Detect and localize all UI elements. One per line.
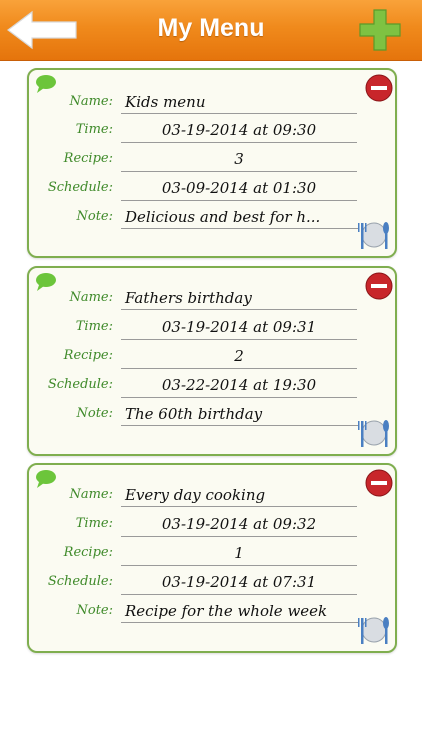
menu-name: Every day cooking — [121, 485, 357, 507]
menu-note: The 60th birthday — [121, 404, 359, 426]
schedule-label: Schedule: — [47, 180, 113, 195]
menu-time: 03-19-2014 at 09:31 — [121, 317, 357, 340]
menu-name: Kids menu — [121, 92, 357, 114]
recipe-label: Recipe: — [63, 151, 113, 166]
cutlery-icon — [358, 617, 389, 644]
navigation-bar: My Menu — [0, 0, 422, 61]
note-label: Note: — [76, 209, 114, 224]
menu-time: 03-19-2014 at 09:30 — [121, 120, 357, 143]
name-label: Name: — [69, 487, 113, 502]
schedule-label: Schedule: — [47, 377, 113, 392]
recipe-label: Recipe: — [63, 348, 113, 363]
menu-note: Recipe for the whole week — [121, 601, 359, 623]
note-label: Note: — [76, 603, 114, 618]
menu-time: 03-19-2014 at 09:32 — [121, 514, 357, 537]
name-label: Name: — [69, 290, 113, 305]
add-menu-button[interactable] — [358, 8, 402, 52]
note-label: Note: — [76, 406, 114, 421]
speech-bubble-icon — [36, 273, 56, 291]
plus-icon — [359, 9, 401, 51]
menu-recipe-count: 3 — [121, 149, 357, 172]
schedule-label: Schedule: — [47, 574, 113, 589]
speech-bubble-icon — [36, 470, 56, 488]
cutlery-icon — [358, 420, 389, 447]
time-label: Time: — [75, 122, 113, 137]
delete-icon[interactable] — [365, 74, 393, 102]
delete-icon[interactable] — [365, 469, 393, 497]
cutlery-icon — [358, 222, 389, 249]
menu-recipe-count: 2 — [121, 346, 357, 369]
menu-note: Delicious and best for h... — [121, 207, 359, 229]
menu-name: Fathers birthday — [121, 288, 357, 310]
menu-card[interactable]: Name: Every day cooking Time: 03-19-2014… — [27, 463, 397, 653]
recipe-label: Recipe: — [63, 545, 113, 560]
menu-card[interactable]: Name: Kids menu Time: 03-19-2014 at 09:3… — [27, 68, 397, 258]
name-label: Name: — [69, 94, 113, 109]
menu-recipe-count: 1 — [121, 543, 357, 566]
time-label: Time: — [75, 319, 113, 334]
speech-bubble-icon — [36, 75, 56, 93]
delete-icon[interactable] — [365, 272, 393, 300]
menu-schedule: 03-22-2014 at 19:30 — [121, 375, 357, 398]
menu-schedule: 03-09-2014 at 01:30 — [121, 178, 357, 201]
menu-schedule: 03-19-2014 at 07:31 — [121, 572, 357, 595]
time-label: Time: — [75, 516, 113, 531]
menu-card[interactable]: Name: Fathers birthday Time: 03-19-2014 … — [27, 266, 397, 456]
